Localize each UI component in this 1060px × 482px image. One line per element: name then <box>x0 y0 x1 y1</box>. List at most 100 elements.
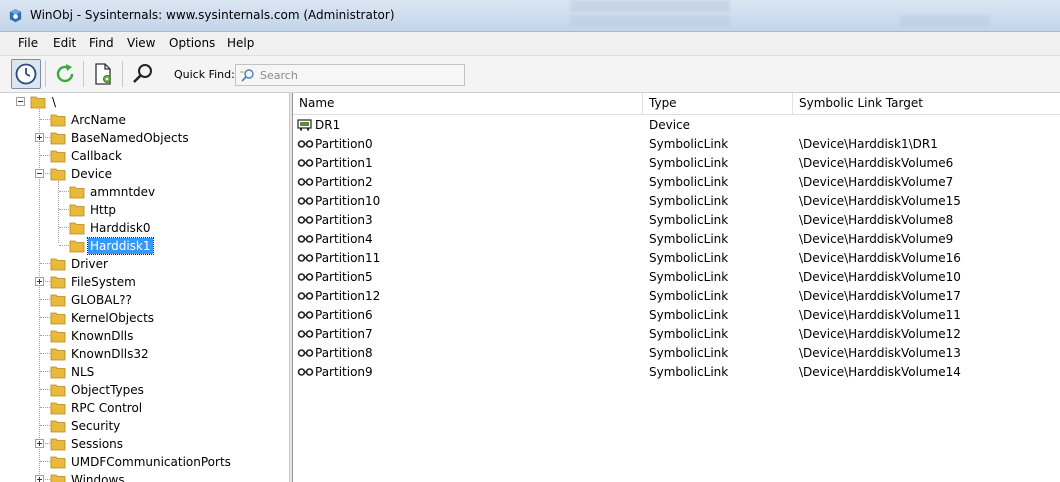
list-row[interactable]: Partition10 SymbolicLink \Device\HarddiskV… <box>293 192 1060 211</box>
column-header-type[interactable]: Type <box>643 93 793 115</box>
menu-view[interactable]: View <box>127 36 155 50</box>
folder-icon <box>50 114 66 127</box>
tree-node-nls[interactable]: NLS <box>0 363 289 381</box>
collapse-icon[interactable] <box>16 97 25 106</box>
tree-node-label: RPC Control <box>71 401 143 415</box>
list-row[interactable]: Partition6 SymbolicLink \Device\HarddiskVo… <box>293 306 1060 325</box>
expand-icon[interactable] <box>35 133 44 142</box>
quick-find-box[interactable] <box>235 64 465 86</box>
tree-node-label: ammntdev <box>90 185 156 199</box>
expand-icon[interactable] <box>35 439 44 448</box>
list-cell-target: \Device\Harddisk1\DR1 <box>799 137 938 151</box>
tree-node-device[interactable]: Device <box>0 165 289 183</box>
tree-node-label: Http <box>90 203 117 217</box>
tree-node-security[interactable]: Security <box>0 417 289 435</box>
list-cell-type: SymbolicLink <box>649 137 729 151</box>
list-cell-target: \Device\HarddiskVolume9 <box>799 232 954 246</box>
collapse-icon[interactable] <box>35 169 44 178</box>
list-cell-name: DR1 <box>315 118 341 132</box>
tree-node-callback[interactable]: Callback <box>0 147 289 165</box>
tree-node-objecttypes[interactable]: ObjectTypes <box>0 381 289 399</box>
folder-icon <box>50 384 66 397</box>
list-cell-target: \Device\HarddiskVolume7 <box>799 175 954 189</box>
tree-node-ammntdev[interactable]: ammntdev <box>0 183 289 201</box>
tree-node-sessions[interactable]: Sessions <box>0 435 289 453</box>
tree-node-rpc-control[interactable]: RPC Control <box>0 399 289 417</box>
list-cell-type: SymbolicLink <box>649 270 729 284</box>
list-row[interactable]: Partition4 SymbolicLink \Device\HarddiskVo… <box>293 230 1060 249</box>
tree-node-umdfcommunicationports[interactable]: UMDFCommunicationPorts <box>0 453 289 471</box>
menu-edit[interactable]: Edit <box>53 36 76 50</box>
tree-node-label: Security <box>71 419 121 433</box>
auto-refresh-button[interactable] <box>11 59 41 89</box>
tree-node-label: KnownDlls32 <box>71 347 149 361</box>
list-row[interactable]: Partition7 SymbolicLink \Device\HarddiskVo… <box>293 325 1060 344</box>
menu-find[interactable]: Find <box>89 36 114 50</box>
tree-node-root[interactable]: \ <box>0 93 289 111</box>
toolbar: Quick Find: <box>0 56 1060 93</box>
list-row[interactable]: DR1 Device <box>293 116 1060 135</box>
list-row[interactable]: Partition0 SymbolicLink \Device\Harddisk1\… <box>293 135 1060 154</box>
list-cell-type: Device <box>649 118 691 132</box>
toolbar-separator <box>83 61 84 87</box>
list-row[interactable]: Partition5 SymbolicLink \Device\HarddiskVo… <box>293 268 1060 287</box>
symlink-icon <box>297 235 314 243</box>
list-cell-target: \Device\HarddiskVolume6 <box>799 156 954 170</box>
list-row[interactable]: Partition2 SymbolicLink \Device\HarddiskVo… <box>293 173 1060 192</box>
menu-bar: File Edit Find View Options Help <box>0 32 1060 56</box>
list-row[interactable]: Partition3 SymbolicLink \Device\HarddiskVo… <box>293 211 1060 230</box>
refresh-button[interactable] <box>50 59 80 89</box>
tree-node-global[interactable]: GLOBAL?? <box>0 291 289 309</box>
tree-node-label: FileSystem <box>71 275 136 289</box>
toolbar-separator <box>45 61 46 87</box>
title-bar[interactable]: WinObj - Sysinternals: www.sysinternals.… <box>0 0 1060 32</box>
tree-node-harddisk0[interactable]: Harddisk0 <box>0 219 289 237</box>
column-header-name[interactable]: Name <box>293 93 643 115</box>
tree-node-arcname[interactable]: ArcName <box>0 111 289 129</box>
column-header-target[interactable]: Symbolic Link Target <box>793 93 1060 115</box>
tree-node-label: KernelObjects <box>71 311 155 325</box>
menu-help[interactable]: Help <box>227 36 254 50</box>
list-row[interactable]: Partition11 SymbolicLink \Device\HarddiskV… <box>293 249 1060 268</box>
tree-node-filesystem[interactable]: FileSystem <box>0 273 289 291</box>
list-row[interactable]: Partition1 SymbolicLink \Device\HarddiskVo… <box>293 154 1060 173</box>
list-cell-target: \Device\HarddiskVolume14 <box>799 365 961 379</box>
folder-icon <box>50 366 66 379</box>
refresh-icon <box>56 64 74 83</box>
symlink-icon <box>297 254 314 262</box>
tree-node-knowndlls32[interactable]: KnownDlls32 <box>0 345 289 363</box>
tree-node-windows[interactable]: Windows <box>0 471 289 482</box>
tree-node-label: ArcName <box>71 113 126 127</box>
document-gear-icon <box>95 63 111 85</box>
tree-node-kernelobjects[interactable]: KernelObjects <box>0 309 289 327</box>
background-window-text <box>570 15 730 27</box>
tree-node-http[interactable]: Http <box>0 201 289 219</box>
tree-node-knowndlls[interactable]: KnownDlls <box>0 327 289 345</box>
object-list[interactable]: Name Type Symbolic Link Target DR1 Device… <box>293 93 1060 482</box>
expand-icon[interactable] <box>35 475 44 482</box>
object-tree[interactable]: \ ArcName BaseNamedObjects Callback Device a… <box>0 93 289 482</box>
list-row[interactable]: Partition9 SymbolicLink \Device\HarddiskVo… <box>293 363 1060 382</box>
list-cell-type: SymbolicLink <box>649 175 729 189</box>
properties-button[interactable] <box>88 59 118 89</box>
list-cell-type: SymbolicLink <box>649 251 729 265</box>
folder-icon <box>50 420 66 433</box>
folder-icon <box>50 348 66 361</box>
search-icon <box>240 69 254 82</box>
menu-file[interactable]: File <box>18 36 38 50</box>
window-title: WinObj - Sysinternals: www.sysinternals.… <box>30 8 395 22</box>
list-cell-type: SymbolicLink <box>649 327 729 341</box>
folder-icon <box>50 150 66 163</box>
expand-icon[interactable] <box>35 277 44 286</box>
find-button[interactable] <box>128 59 158 89</box>
list-row[interactable]: Partition12 SymbolicLink \Device\HarddiskV… <box>293 287 1060 306</box>
list-row[interactable]: Partition8 SymbolicLink \Device\HarddiskVo… <box>293 344 1060 363</box>
tree-node-driver[interactable]: Driver <box>0 255 289 273</box>
folder-icon <box>50 294 66 307</box>
quick-find-input[interactable] <box>260 67 460 83</box>
tree-node-basenamedobjects[interactable]: BaseNamedObjects <box>0 129 289 147</box>
tree-node-harddisk1[interactable]: Harddisk1 <box>0 237 289 255</box>
menu-options[interactable]: Options <box>169 36 215 50</box>
tree-node-label: UMDFCommunicationPorts <box>71 455 231 469</box>
toolbar-separator <box>122 61 123 87</box>
